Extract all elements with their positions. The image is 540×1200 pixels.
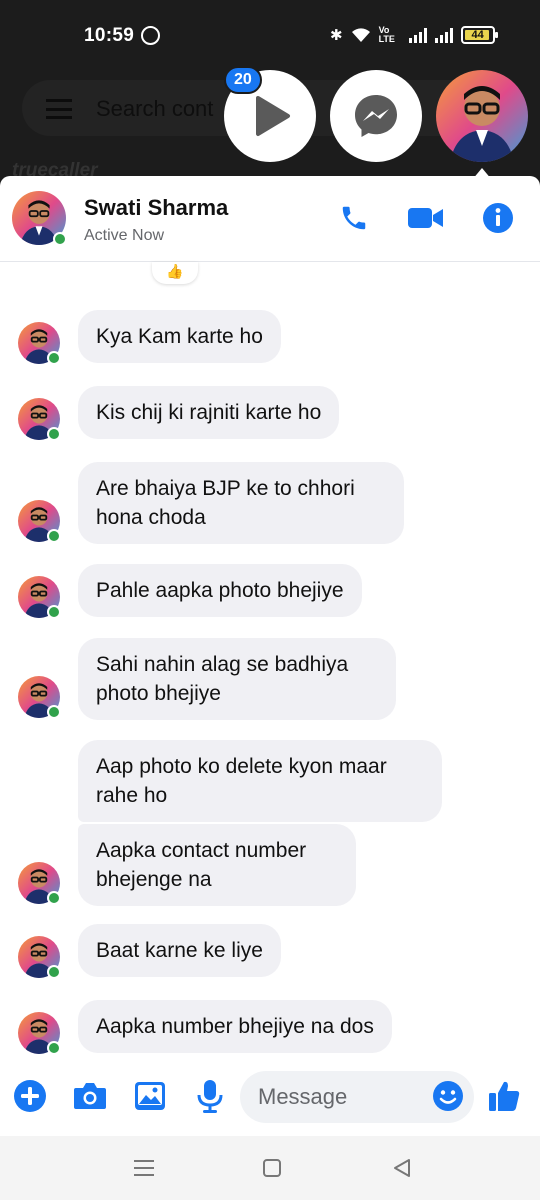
audio-call-button[interactable]: [336, 200, 372, 236]
messenger-chat-head[interactable]: [330, 70, 422, 162]
sender-avatar[interactable]: [18, 322, 61, 365]
conversation-header: Swati Sharma Active Now: [0, 176, 540, 262]
message-bubble[interactable]: Kya Kam karte ho: [78, 310, 281, 363]
sender-avatar[interactable]: [18, 500, 61, 543]
clock: 10:59: [84, 25, 135, 46]
system-navigation-bar: [0, 1136, 540, 1200]
online-indicator: [47, 965, 61, 979]
message-bubble[interactable]: Aap photo ko delete kyon maar rahe ho: [78, 740, 442, 822]
battery-level: 44: [471, 29, 484, 41]
sender-avatar[interactable]: [18, 936, 61, 979]
contact-name[interactable]: Swati Sharma: [84, 195, 228, 221]
online-indicator: [47, 427, 61, 441]
online-indicator: [47, 351, 61, 365]
signal-1-icon: [408, 27, 427, 43]
message-thread[interactable]: 👍 Kya Kam karte ho Kis chij ki rajniti k…: [0, 262, 540, 1062]
wifi-icon: [351, 28, 370, 42]
plus-icon: [14, 1080, 46, 1112]
camera-button[interactable]: [72, 1078, 108, 1114]
status-icons: ✱ Vo LTE 44: [330, 25, 498, 44]
info-icon: [483, 203, 513, 233]
bluetooth-icon: ✱: [330, 27, 343, 44]
battery-icon: 44: [460, 26, 498, 44]
message-bubble[interactable]: Are bhaiya BJP ke to chhori hona choda: [78, 462, 404, 544]
sender-avatar[interactable]: [18, 576, 61, 619]
video-camera-icon: [408, 208, 443, 228]
message-bubble[interactable]: Kis chij ki rajniti karte ho: [78, 386, 340, 439]
home-button[interactable]: [260, 1156, 284, 1180]
active-status: Active Now: [84, 227, 165, 244]
gallery-button[interactable]: [132, 1078, 168, 1114]
reaction-thumbs-up[interactable]: 👍: [152, 262, 198, 284]
play-icon: [256, 96, 290, 136]
thumbs-up-icon: [489, 1081, 520, 1111]
microphone-icon: [197, 1080, 223, 1113]
online-indicator: [47, 605, 61, 619]
sender-avatar[interactable]: [18, 676, 61, 719]
online-indicator: [47, 891, 61, 905]
info-button[interactable]: [480, 200, 516, 236]
online-indicator: [47, 705, 61, 719]
sender-avatar[interactable]: [18, 862, 61, 905]
chat-heads: 20: [220, 66, 540, 180]
back-button[interactable]: [390, 1156, 414, 1180]
contact-avatar[interactable]: [12, 191, 67, 246]
composer-bar: [0, 1060, 540, 1136]
message-bubble[interactable]: Aapka number bhejiye na dos: [78, 1000, 392, 1053]
sender-avatar[interactable]: [18, 398, 61, 441]
voice-clip-button[interactable]: [192, 1078, 228, 1114]
notification-badge: 20: [224, 66, 262, 94]
send-like-button[interactable]: [486, 1078, 522, 1114]
message-bubble[interactable]: Baat karne ke liye: [78, 924, 281, 977]
phone-icon: [342, 206, 366, 230]
message-bubble[interactable]: Aapka contact number bhejenge na: [78, 824, 356, 906]
recent-apps-button[interactable]: [132, 1156, 156, 1180]
square-icon: [263, 1159, 281, 1177]
sender-avatar[interactable]: [18, 1012, 61, 1055]
contact-chat-head[interactable]: [436, 70, 528, 162]
menu-icon: [46, 99, 72, 119]
camera-icon: [74, 1083, 106, 1109]
online-indicator: [53, 232, 67, 246]
video-call-button[interactable]: [408, 200, 444, 236]
smiley-icon: [433, 1081, 463, 1111]
signal-2-icon: [434, 27, 453, 43]
volte-label: Vo LTE: [378, 25, 395, 44]
message-bubble[interactable]: Sahi nahin alag se badhiya photo bhejiye: [78, 638, 396, 720]
chat-panel: Swati Sharma Active Now 👍 Kya Kam karte …: [0, 176, 540, 1136]
whatsapp-notification-icon: [141, 26, 160, 45]
online-indicator: [47, 1041, 61, 1055]
online-indicator: [47, 529, 61, 543]
status-bar: 10:59 ✱ Vo LTE 44: [0, 0, 540, 72]
back-triangle-icon: [394, 1159, 410, 1177]
messenger-icon: [355, 95, 397, 137]
more-actions-button[interactable]: [12, 1078, 48, 1114]
background-search-placeholder: Search cont: [96, 96, 214, 121]
message-bubble[interactable]: Pahle aapka photo bhejiye: [78, 564, 362, 617]
menu-lines-icon: [134, 1160, 154, 1176]
emoji-button[interactable]: [430, 1078, 466, 1114]
avatar-portrait-icon: [450, 86, 514, 162]
image-icon: [135, 1082, 165, 1110]
